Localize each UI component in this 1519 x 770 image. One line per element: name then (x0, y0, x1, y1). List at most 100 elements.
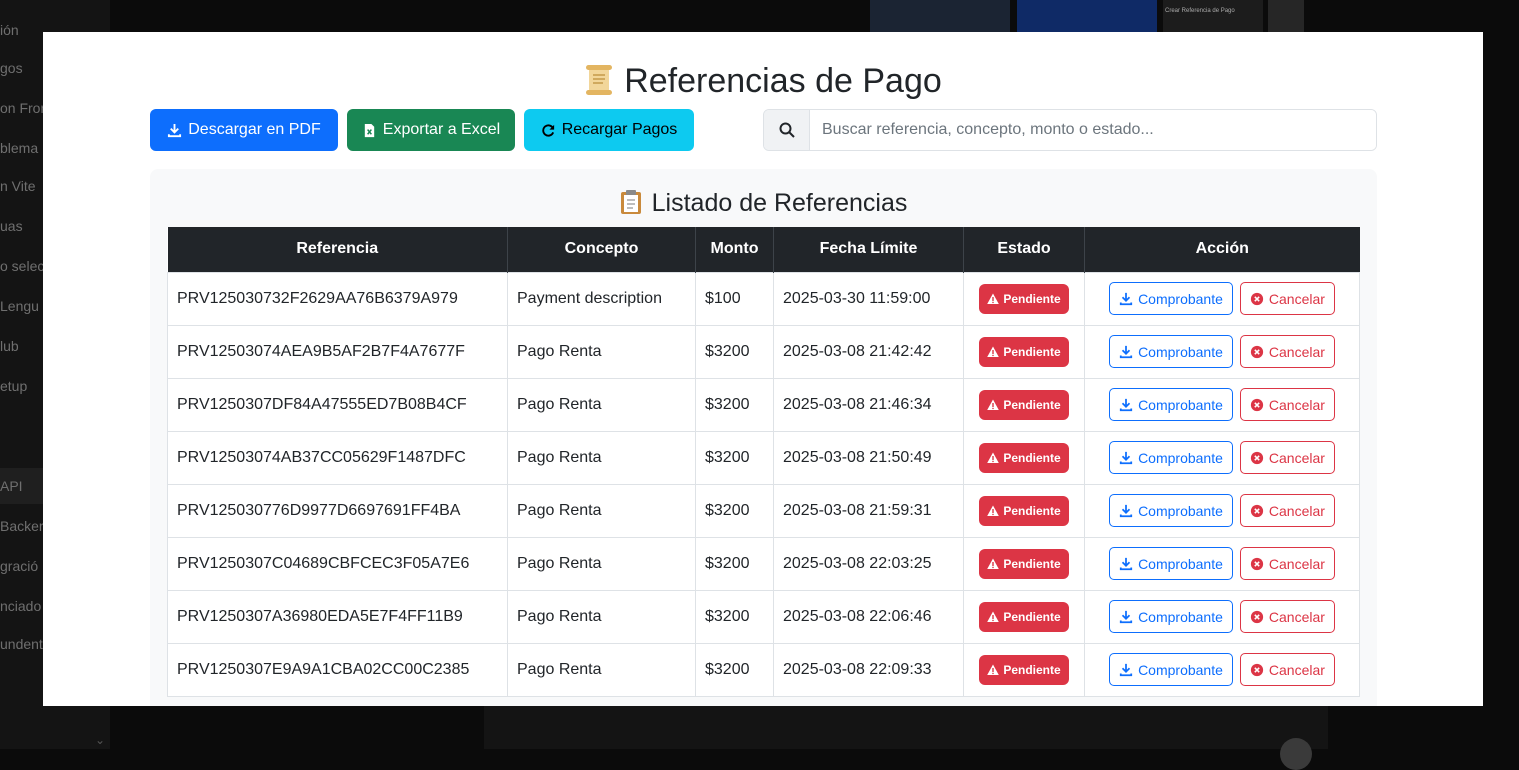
cell-monto: $3200 (695, 377, 774, 432)
header-monto: Monto (695, 227, 774, 272)
background-sidebar-item: blema (0, 140, 39, 156)
download-pdf-label: Descargar en PDF (188, 121, 321, 138)
cell-fecha-limite: 2025-03-08 21:50:49 (773, 430, 964, 485)
cell-referencia: PRV1250307C04689CBFCEC3F05A7E6 (167, 536, 508, 591)
table-row: PRV1250307E9A9A1CBA02CC00C2385 Pago Renta… (167, 642, 1360, 697)
header-concepto: Concepto (507, 227, 696, 272)
references-table: Referencia Concepto Monto Fecha Límite E… (167, 227, 1360, 697)
cancel-button-label: Cancelar (1268, 449, 1325, 466)
cell-referencia: PRV1250307E9A9A1CBA02CC00C2385 (167, 642, 508, 697)
cell-estado: Pendiente (963, 642, 1085, 697)
warning-icon (987, 399, 1000, 410)
receipt-button[interactable]: Comprobante (1109, 494, 1233, 527)
references-card: Listado de Referencias Referencia Concep… (150, 169, 1377, 706)
receipt-button[interactable]: Comprobante (1109, 653, 1233, 686)
cell-referencia: PRV12503074AEA9B5AF2B7F4A7677F (167, 324, 508, 379)
cancel-button[interactable]: Cancelar (1239, 547, 1335, 580)
download-icon (1119, 610, 1133, 623)
cell-fecha-limite: 2025-03-08 22:06:46 (773, 589, 964, 644)
page-title-text: Referencias de Pago (624, 62, 942, 100)
cancel-button[interactable]: Cancelar (1239, 282, 1335, 315)
download-icon (1119, 398, 1133, 411)
background-panel (484, 705, 1328, 749)
status-badge: Pendiente (979, 283, 1069, 314)
background-sidebar-item: nciado (0, 598, 42, 614)
header-estado: Estado (963, 227, 1085, 272)
cancel-button[interactable]: Cancelar (1239, 600, 1335, 633)
receipt-button[interactable]: Comprobante (1109, 335, 1233, 368)
background-sidebar-item: gos (0, 60, 23, 76)
background-sidebar-item: on Fron (0, 100, 49, 116)
receipt-button[interactable]: Comprobante (1109, 547, 1233, 580)
cell-fecha-limite: 2025-03-08 21:59:31 (773, 483, 964, 538)
cell-accion: Comprobante Cancelar (1084, 430, 1360, 485)
x-circle-icon (1250, 451, 1264, 464)
cell-accion: Comprobante Cancelar (1084, 271, 1360, 326)
receipt-button[interactable]: Comprobante (1109, 441, 1233, 474)
cell-accion: Comprobante Cancelar (1084, 377, 1360, 432)
export-excel-button[interactable]: Exportar a Excel (347, 109, 515, 151)
cell-concepto: Pago Renta (507, 642, 696, 697)
background-sidebar-item: uas (0, 218, 23, 234)
cancel-button[interactable]: Cancelar (1239, 388, 1335, 421)
background-thumbnail: Crear Referencia de Pago (1163, 0, 1263, 32)
receipt-button-label: Comprobante (1138, 502, 1223, 519)
cancel-button-label: Cancelar (1268, 661, 1325, 678)
status-badge: Pendiente (979, 601, 1069, 632)
status-badge-text: Pendiente (1003, 609, 1061, 624)
search-box (763, 109, 1377, 151)
download-icon (1119, 292, 1133, 305)
background-sidebar-item: lub (0, 338, 19, 354)
receipt-button-label: Comprobante (1138, 555, 1223, 572)
x-circle-icon (1250, 398, 1264, 411)
list-title-text: Listado de Referencias (651, 189, 908, 217)
cancel-button-label: Cancelar (1268, 555, 1325, 572)
cell-concepto: Pago Renta (507, 430, 696, 485)
receipt-button-label: Comprobante (1138, 449, 1223, 466)
cancel-button[interactable]: Cancelar (1239, 653, 1335, 686)
cell-estado: Pendiente (963, 589, 1085, 644)
cell-concepto: Payment description (507, 271, 696, 326)
status-badge-text: Pendiente (1003, 662, 1061, 677)
status-badge: Pendiente (979, 548, 1069, 579)
cell-estado: Pendiente (963, 377, 1085, 432)
status-badge: Pendiente (979, 442, 1069, 473)
list-title: Listado de Referencias (150, 189, 1377, 218)
status-badge-text: Pendiente (1003, 503, 1061, 518)
search-icon (764, 110, 810, 150)
background-thumbnail (1268, 0, 1304, 32)
download-pdf-button[interactable]: Descargar en PDF (150, 109, 338, 151)
receipt-button[interactable]: Comprobante (1109, 282, 1233, 315)
receipt-button-label: Comprobante (1138, 608, 1223, 625)
cancel-button[interactable]: Cancelar (1239, 494, 1335, 527)
cell-monto: $3200 (695, 589, 774, 644)
status-badge-text: Pendiente (1003, 556, 1061, 571)
cell-fecha-limite: 2025-03-08 21:46:34 (773, 377, 964, 432)
cancel-button[interactable]: Cancelar (1239, 441, 1335, 474)
download-icon (168, 123, 182, 137)
receipt-button[interactable]: Comprobante (1109, 600, 1233, 633)
cell-referencia: PRV1250307DF84A47555ED7B08B4CF (167, 377, 508, 432)
cell-fecha-limite: 2025-03-30 11:59:00 (773, 271, 964, 326)
search-input[interactable] (810, 110, 1376, 150)
background-sidebar-item: API (0, 478, 23, 494)
warning-icon (987, 346, 1000, 357)
cell-accion: Comprobante Cancelar (1084, 324, 1360, 379)
cell-accion: Comprobante Cancelar (1084, 642, 1360, 697)
status-badge-text: Pendiente (1003, 291, 1061, 306)
background-sidebar-item: n Vite (0, 178, 36, 194)
cell-concepto: Pago Renta (507, 589, 696, 644)
cell-fecha-limite: 2025-03-08 21:42:42 (773, 324, 964, 379)
header-accion: Acción (1084, 227, 1360, 272)
cancel-button[interactable]: Cancelar (1239, 335, 1335, 368)
cell-accion: Comprobante Cancelar (1084, 536, 1360, 591)
cell-accion: Comprobante Cancelar (1084, 589, 1360, 644)
cancel-button-label: Cancelar (1268, 502, 1325, 519)
table-row: PRV1250307C04689CBFCEC3F05A7E6 Pago Renta… (167, 536, 1360, 591)
x-circle-icon (1250, 504, 1264, 517)
reload-payments-button[interactable]: Recargar Pagos (524, 109, 694, 151)
receipt-button[interactable]: Comprobante (1109, 388, 1233, 421)
warning-icon (987, 558, 1000, 569)
cell-fecha-limite: 2025-03-08 22:09:33 (773, 642, 964, 697)
cancel-button-label: Cancelar (1268, 396, 1325, 413)
